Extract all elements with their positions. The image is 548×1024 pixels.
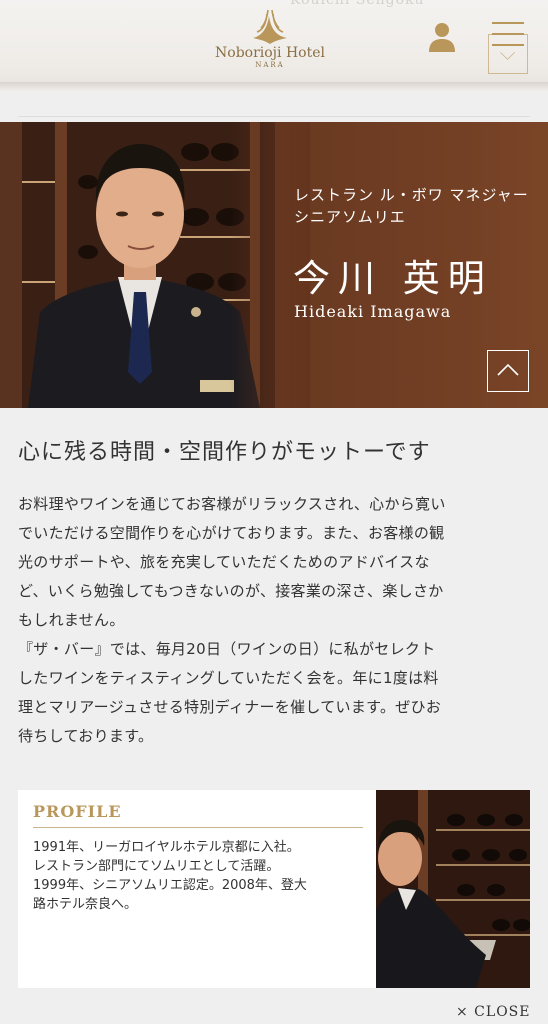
intro-text: お料理やワインを通じてお客様がリラックスされ、心から寛い でいただける空間作りを… — [18, 490, 530, 751]
intro-line: ど、いくら勉強してもつきないのが、接客業の深さ、楽しさか — [18, 582, 444, 600]
profile-line: 1991年、リーガロイヤルホテル京都に入社。 — [33, 840, 300, 855]
close-button[interactable]: × CLOSE — [456, 1004, 530, 1020]
menu-line-icon — [492, 22, 524, 24]
chevron-down-icon — [488, 34, 528, 74]
sommelier-photo-illustration — [376, 790, 530, 988]
divider — [18, 116, 530, 117]
staff-hero: レストラン ル・ボワ マネジャー シニアソムリエ 今川 英明 Hideaki I… — [0, 122, 548, 408]
header-shadow-band — [0, 82, 548, 92]
user-account-button[interactable] — [426, 20, 458, 54]
intro-line: お料理やワインを通じてお客様がリラックスされ、心から寛い — [18, 495, 446, 513]
menu-button[interactable] — [488, 20, 530, 76]
profile-line: 路ホテル奈良へ。 — [33, 897, 138, 912]
profile-photo — [376, 790, 530, 988]
hotel-logo[interactable]: Noborioji Hotel NARA — [200, 8, 340, 78]
profile-text: 1991年、リーガロイヤルホテル京都に入社。 レストラン部門にてソムリエとして活… — [33, 838, 368, 914]
profile-divider — [33, 827, 363, 828]
site-header: Kouichi Sengoku Noborioji Hotel NARA — [0, 0, 548, 92]
intro-line: 待ちしております。 — [18, 727, 154, 745]
wing-logo-icon — [253, 9, 287, 44]
faded-background-name: Kouichi Sengoku — [290, 0, 425, 8]
user-icon — [429, 23, 455, 52]
chevron-up-icon — [497, 363, 519, 376]
profile-line: 1999年、シニアソムリエ認定。2008年、登大 — [33, 878, 307, 893]
profile-label: PROFILE — [33, 802, 122, 821]
collapse-button[interactable] — [487, 350, 529, 392]
intro-line: したワインをティスティングしていただく会を。年に1度は料 — [18, 669, 439, 687]
logo-name: Noborioji Hotel — [215, 45, 325, 61]
intro-line: でいただける空間作りを心がけております。また、お客様の観 — [18, 524, 445, 542]
profile-line: レストラン部門にてソムリエとして活躍。 — [33, 859, 280, 874]
staff-title: レストラン ル・ボワ マネジャー シニアソムリエ — [294, 184, 544, 228]
staff-title-line: レストラン ル・ボワ マネジャー — [294, 186, 529, 204]
page-headline: 心に残る時間・空間作りがモットーです — [18, 440, 431, 465]
staff-name-en: Hideaki Imagawa — [294, 302, 452, 321]
profile-card: PROFILE 1991年、リーガロイヤルホテル京都に入社。 レストラン部門にて… — [18, 790, 530, 988]
staff-title-line: シニアソムリエ — [294, 208, 406, 226]
intro-line: 光のサポートや、旅を充実していただくためのアドバイスな — [18, 553, 430, 571]
logo-sub: NARA — [255, 61, 285, 69]
intro-line: もしれません。 — [18, 611, 125, 629]
staff-name-jp: 今川 英明 — [293, 257, 493, 300]
intro-line: 『ザ・バー』では、毎月20日（ワインの日）に私がセレクト — [18, 640, 436, 658]
intro-line: 理とマリアージュさせる特別ディナーを催しています。ぜひお — [18, 698, 442, 716]
